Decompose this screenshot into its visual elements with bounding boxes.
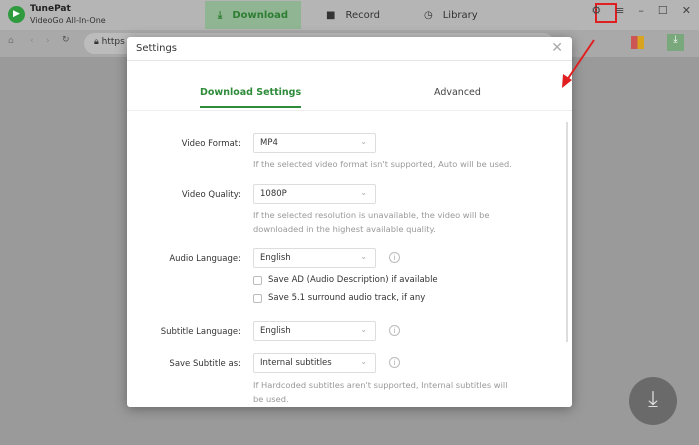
maximize-icon[interactable]: ☐ <box>658 4 668 17</box>
tab-label: Record <box>345 9 381 21</box>
clock-icon: ◷ <box>424 9 433 21</box>
audio-language-select[interactable]: English ⌄ <box>253 248 376 268</box>
chevron-down-icon: ⌄ <box>360 325 367 334</box>
save-ad-checkbox[interactable]: Save AD (Audio Description) if available <box>253 275 438 285</box>
home-icon[interactable]: ⌂ <box>8 36 14 46</box>
subtitle-language-select[interactable]: English ⌄ <box>253 321 376 341</box>
forward-icon[interactable]: › <box>46 36 50 46</box>
chevron-down-icon: ⌄ <box>360 252 367 261</box>
app-subtitle: VideoGo All-In-One <box>30 16 106 25</box>
tab-record[interactable]: ■ Record <box>326 1 380 29</box>
select-value: MP4 <box>260 138 278 148</box>
video-format-select[interactable]: MP4 ⌄ <box>253 133 376 153</box>
close-icon[interactable]: ✕ <box>551 40 563 56</box>
info-icon[interactable]: i <box>389 252 400 263</box>
back-icon[interactable]: ‹ <box>30 36 34 46</box>
save-subtitle-select[interactable]: Internal subtitles ⌄ <box>253 353 376 373</box>
select-value: English <box>260 253 291 263</box>
checkbox-label: Save AD (Audio Description) if available <box>268 275 438 285</box>
audio-language-label: Audio Language: <box>169 254 241 264</box>
video-quality-select[interactable]: 1080P ⌄ <box>253 184 376 204</box>
checkbox[interactable] <box>253 293 262 303</box>
save-subtitle-hint: If Hardcoded subtitles aren't supported,… <box>253 380 508 404</box>
video-quality-hint: If the selected resolution is unavailabl… <box>253 210 490 234</box>
minimize-icon[interactable]: – <box>638 4 644 17</box>
subtitle-language-label: Subtitle Language: <box>160 327 241 337</box>
tab-label: Library <box>442 9 478 21</box>
menu-icon[interactable]: ≡ <box>615 4 624 17</box>
chevron-down-icon: ⌄ <box>360 137 367 146</box>
tab-label: Download <box>232 9 289 21</box>
settings-dialog: Settings ✕ Download Settings Advanced Vid… <box>127 37 572 407</box>
scrollbar[interactable] <box>566 122 568 342</box>
select-value: English <box>260 326 291 336</box>
video-format-hint: If the selected video format isn't suppo… <box>253 159 512 169</box>
select-value: Internal subtitles <box>260 358 332 368</box>
tunepat-logo-icon: ▶ <box>8 6 25 23</box>
tab-download-settings[interactable]: Download Settings <box>200 87 302 108</box>
download-list-icon[interactable]: ⤓ <box>667 34 684 51</box>
checkbox-label: Save 5.1 surround audio track, if any <box>268 293 426 303</box>
download-fab-button[interactable]: ⤓ <box>629 377 677 425</box>
chevron-down-icon: ⌄ <box>360 188 367 197</box>
info-icon[interactable]: i <box>389 357 400 368</box>
video-quality-label: Video Quality: <box>181 190 241 200</box>
select-value: 1080P <box>260 189 287 199</box>
reload-icon[interactable]: ↻ <box>62 35 70 45</box>
download-icon: ⤓ <box>217 9 223 21</box>
tab-library[interactable]: ◷ Library <box>424 1 478 29</box>
app-name: TunePat <box>30 4 71 14</box>
chevron-down-icon: ⌄ <box>360 357 367 366</box>
gear-icon[interactable]: ⚙ <box>591 4 601 17</box>
info-icon[interactable]: i <box>389 325 400 336</box>
tab-download[interactable]: ⤓ Download <box>205 1 301 29</box>
save-51-checkbox[interactable]: Save 5.1 surround audio track, if any <box>253 293 425 303</box>
checkbox[interactable] <box>253 275 262 285</box>
lock-icon: 🔒︎ <box>94 37 102 47</box>
close-icon[interactable]: ✕ <box>682 4 691 17</box>
dialog-title: Settings <box>136 43 178 54</box>
save-subtitle-label: Save Subtitle as: <box>169 359 241 369</box>
url-text: https <box>101 37 125 47</box>
title-bar: ▶ TunePat VideoGo All-In-One ⤓ Download ■… <box>0 0 699 30</box>
download-icon: ⤓ <box>648 387 658 412</box>
record-icon: ■ <box>326 9 336 21</box>
tab-advanced[interactable]: Advanced <box>434 87 481 98</box>
video-format-label: Video Format: <box>181 139 241 149</box>
apps-icon[interactable] <box>631 36 644 49</box>
